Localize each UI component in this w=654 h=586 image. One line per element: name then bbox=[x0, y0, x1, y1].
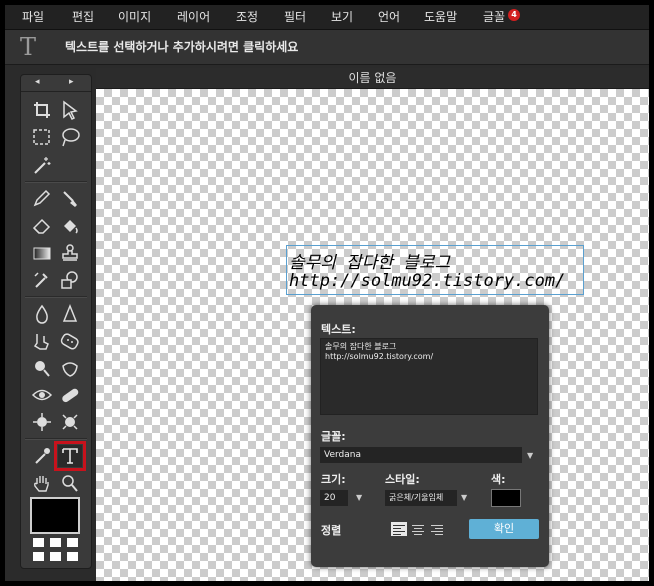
text-input-line-2: http://solmu92.tistory.com/ bbox=[325, 352, 434, 361]
app-window: 파일 편집 이미지 레이어 조정 필터 보기 언어 도움말 글꼴 4 T 텍스트… bbox=[5, 5, 649, 581]
magic-wand-tool-icon[interactable] bbox=[30, 154, 54, 176]
zoom-tool-icon[interactable] bbox=[58, 472, 82, 494]
red-eye-tool-icon[interactable] bbox=[30, 384, 54, 406]
grid-cell-icon[interactable] bbox=[33, 552, 44, 561]
sharpen-tool-icon[interactable] bbox=[58, 303, 82, 325]
blur-tool-icon[interactable] bbox=[30, 303, 54, 325]
fonts-count-badge: 4 bbox=[508, 9, 520, 21]
size-select[interactable]: 20 bbox=[320, 490, 348, 506]
align-label: 정렬 bbox=[321, 524, 342, 537]
text-input-line-1: 솔무의 잡다한 블로그 bbox=[325, 342, 397, 351]
dodge-tool-icon[interactable] bbox=[30, 357, 54, 379]
move-tool-icon[interactable] bbox=[58, 99, 82, 121]
grid-cell-icon[interactable] bbox=[50, 538, 61, 547]
menu-file[interactable]: 파일 bbox=[22, 5, 44, 29]
size-dropdown-icon[interactable]: ▼ bbox=[356, 493, 362, 502]
document-title: 이름 없음 bbox=[348, 71, 397, 85]
text-tool-icon: T bbox=[19, 33, 36, 61]
color-replace-tool-icon[interactable] bbox=[30, 269, 54, 291]
toolbox-prev-icon[interactable]: ◂ bbox=[35, 77, 40, 87]
text-input[interactable]: 솔무의 잡다한 블로그 http://solmu92.tistory.com/ bbox=[320, 338, 538, 415]
crop-tool-icon[interactable] bbox=[30, 99, 54, 121]
font-select[interactable]: Verdana bbox=[320, 447, 522, 463]
grid-cell-icon[interactable] bbox=[33, 538, 44, 547]
eyedropper-tool-icon[interactable] bbox=[30, 445, 54, 467]
menubar: 파일 편집 이미지 레이어 조정 필터 보기 언어 도움말 글꼴 4 bbox=[5, 5, 649, 30]
lasso-tool-icon[interactable] bbox=[58, 126, 82, 148]
clone-stamp-tool-icon[interactable] bbox=[58, 242, 82, 264]
grid-cell-icon[interactable] bbox=[50, 552, 61, 561]
tool-hint: 텍스트를 선택하거나 추가하시려면 클릭하세요 bbox=[65, 40, 299, 54]
text-layer-line-2: http://solmu92.tistory.com/ bbox=[289, 271, 566, 291]
menu-fonts[interactable]: 글꼴 bbox=[483, 5, 505, 29]
align-center-icon[interactable] bbox=[410, 522, 426, 536]
eraser-tool-icon[interactable] bbox=[30, 215, 54, 237]
menu-view[interactable]: 보기 bbox=[331, 5, 353, 29]
bloat-tool-icon[interactable] bbox=[30, 411, 54, 433]
toolbox-divider bbox=[25, 181, 87, 183]
menu-edit[interactable]: 편집 bbox=[72, 5, 94, 29]
text-label: 텍스트: bbox=[321, 323, 356, 336]
spot-heal-tool-icon[interactable] bbox=[58, 384, 82, 406]
menu-adjust[interactable]: 조정 bbox=[236, 5, 258, 29]
marquee-tool-icon[interactable] bbox=[30, 126, 54, 148]
brush-tool-icon[interactable] bbox=[58, 188, 82, 210]
toolbox-nav: ◂ ▸ bbox=[21, 75, 91, 92]
document-title-bar[interactable]: 이름 없음 bbox=[96, 68, 649, 89]
ok-button[interactable]: 확인 bbox=[469, 519, 539, 539]
menu-layer[interactable]: 레이어 bbox=[177, 5, 210, 29]
text-dialog: 텍스트: 솔무의 잡다한 블로그 http://solmu92.tistory.… bbox=[311, 305, 549, 567]
align-left-icon[interactable] bbox=[391, 522, 407, 536]
style-select[interactable]: 굵은체/기울임체 bbox=[385, 490, 457, 506]
smudge-tool-icon[interactable] bbox=[30, 330, 54, 352]
menu-image[interactable]: 이미지 bbox=[118, 5, 151, 29]
sponge-tool-icon[interactable] bbox=[58, 330, 82, 352]
menu-language[interactable]: 언어 bbox=[378, 5, 400, 29]
font-dropdown-icon[interactable]: ▼ bbox=[527, 451, 533, 460]
text-layer-line-1: 솔무의 잡다한 블로그 bbox=[289, 253, 451, 273]
tool-options-bar: T 텍스트를 선택하거나 추가하시려면 클릭하세요 bbox=[5, 30, 649, 65]
font-label: 글꼴: bbox=[321, 430, 346, 443]
foreground-color-swatch[interactable] bbox=[30, 497, 80, 534]
gradient-tool-icon[interactable] bbox=[30, 242, 54, 264]
toolbox-divider bbox=[25, 438, 87, 440]
style-label: 스타일: bbox=[385, 473, 420, 486]
toolbox: ◂ ▸ bbox=[20, 74, 92, 569]
align-right-icon[interactable] bbox=[429, 522, 445, 536]
burn-tool-icon[interactable] bbox=[58, 357, 82, 379]
menu-filter[interactable]: 필터 bbox=[284, 5, 306, 29]
text-tool-icon[interactable] bbox=[54, 441, 86, 471]
hand-tool-icon[interactable] bbox=[30, 472, 54, 494]
style-dropdown-icon[interactable]: ▼ bbox=[461, 493, 467, 502]
shape-tool-icon[interactable] bbox=[58, 269, 82, 291]
paint-bucket-tool-icon[interactable] bbox=[58, 215, 82, 237]
color-label: 색: bbox=[491, 473, 506, 486]
size-label: 크기: bbox=[321, 473, 346, 486]
text-color-swatch[interactable] bbox=[491, 489, 521, 507]
menu-help[interactable]: 도움말 bbox=[424, 5, 457, 29]
toolbox-next-icon[interactable]: ▸ bbox=[69, 77, 74, 87]
grid-cell-icon[interactable] bbox=[67, 538, 78, 547]
toolbox-divider bbox=[25, 296, 87, 298]
pinch-tool-icon[interactable] bbox=[58, 411, 82, 433]
grid-cell-icon[interactable] bbox=[67, 552, 78, 561]
text-layer-box[interactable]: 솔무의 잡다한 블로그 http://solmu92.tistory.com/ bbox=[286, 245, 584, 295]
pencil-tool-icon[interactable] bbox=[30, 188, 54, 210]
